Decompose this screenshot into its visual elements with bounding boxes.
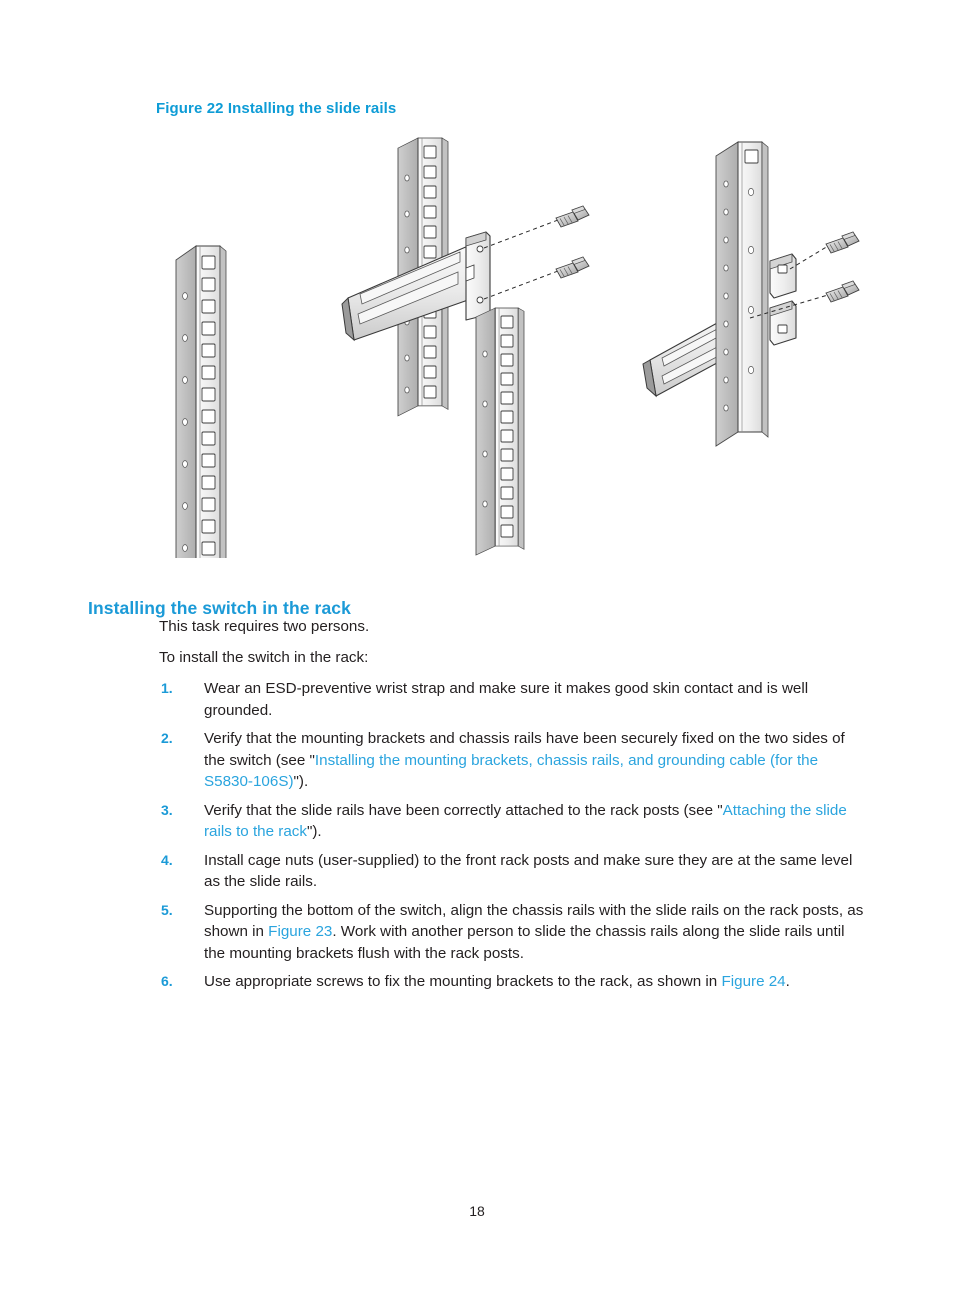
step-number: 4. (161, 851, 173, 868)
step-number: 1. (161, 680, 173, 696)
procedure-step: 2. Verify that the mounting brackets and … (159, 728, 869, 793)
page-number: 18 (469, 1203, 485, 1219)
step-number: 2. (161, 730, 173, 746)
middle-assembly (341, 137, 590, 417)
step-text: "). (306, 823, 322, 840)
step-text: Wear an ESD-preventive wrist strap and m… (204, 680, 809, 719)
figure-caption: Figure 22 Installing the slide rails (156, 100, 397, 117)
document-page: Figure 22 Installing the slide rails Ins… (0, 0, 954, 1296)
step-number: 3. (161, 801, 173, 818)
intro-paragraph-2: To install the switch in the rack: (159, 649, 369, 666)
step-text: . (785, 973, 790, 990)
procedure-step: 1. Wear an ESD-preventive wrist strap and… (159, 678, 869, 721)
section-body: This task requires two persons. To insta… (159, 616, 869, 1000)
right-rack-post (715, 141, 769, 447)
middle-rail-bracket (465, 231, 491, 321)
cross-reference-link[interactable]: Figure 23 (268, 923, 332, 940)
step-text: Install cage nuts (user-supplied) to the… (204, 851, 853, 891)
screw-icon (825, 231, 860, 254)
step-text: Verify that the slide rails have been co… (204, 801, 723, 819)
intro-paragraph-1: This task requires two persons. (159, 618, 370, 635)
left-rack-post (175, 245, 227, 558)
second-rack-post (475, 307, 525, 556)
screw-icon (555, 256, 590, 279)
procedure-step: 3. Verify that the slide rails have been … (159, 800, 869, 843)
procedure-step: 5. Supporting the bottom of the switch, a… (159, 900, 869, 965)
cross-reference-link[interactable]: Figure 24 (721, 973, 785, 990)
step-text: "). (293, 773, 309, 790)
procedure-step-list: 1. Wear an ESD-preventive wrist strap and… (159, 678, 869, 993)
step-number: 5. (161, 901, 173, 918)
screw-icon (825, 280, 860, 303)
procedure-step: 6. Use appropriate screws to fix the moun… (159, 971, 869, 993)
right-assembly (642, 141, 860, 447)
step-text: Use appropriate screws to fix the mounti… (204, 973, 722, 990)
slide-rail-installation-illustration (150, 128, 870, 558)
screw-icon (555, 205, 590, 228)
middle-screw-callouts (483, 205, 590, 300)
step-number: 6. (161, 973, 173, 989)
procedure-step: 4. Install cage nuts (user-supplied) to t… (159, 850, 869, 893)
